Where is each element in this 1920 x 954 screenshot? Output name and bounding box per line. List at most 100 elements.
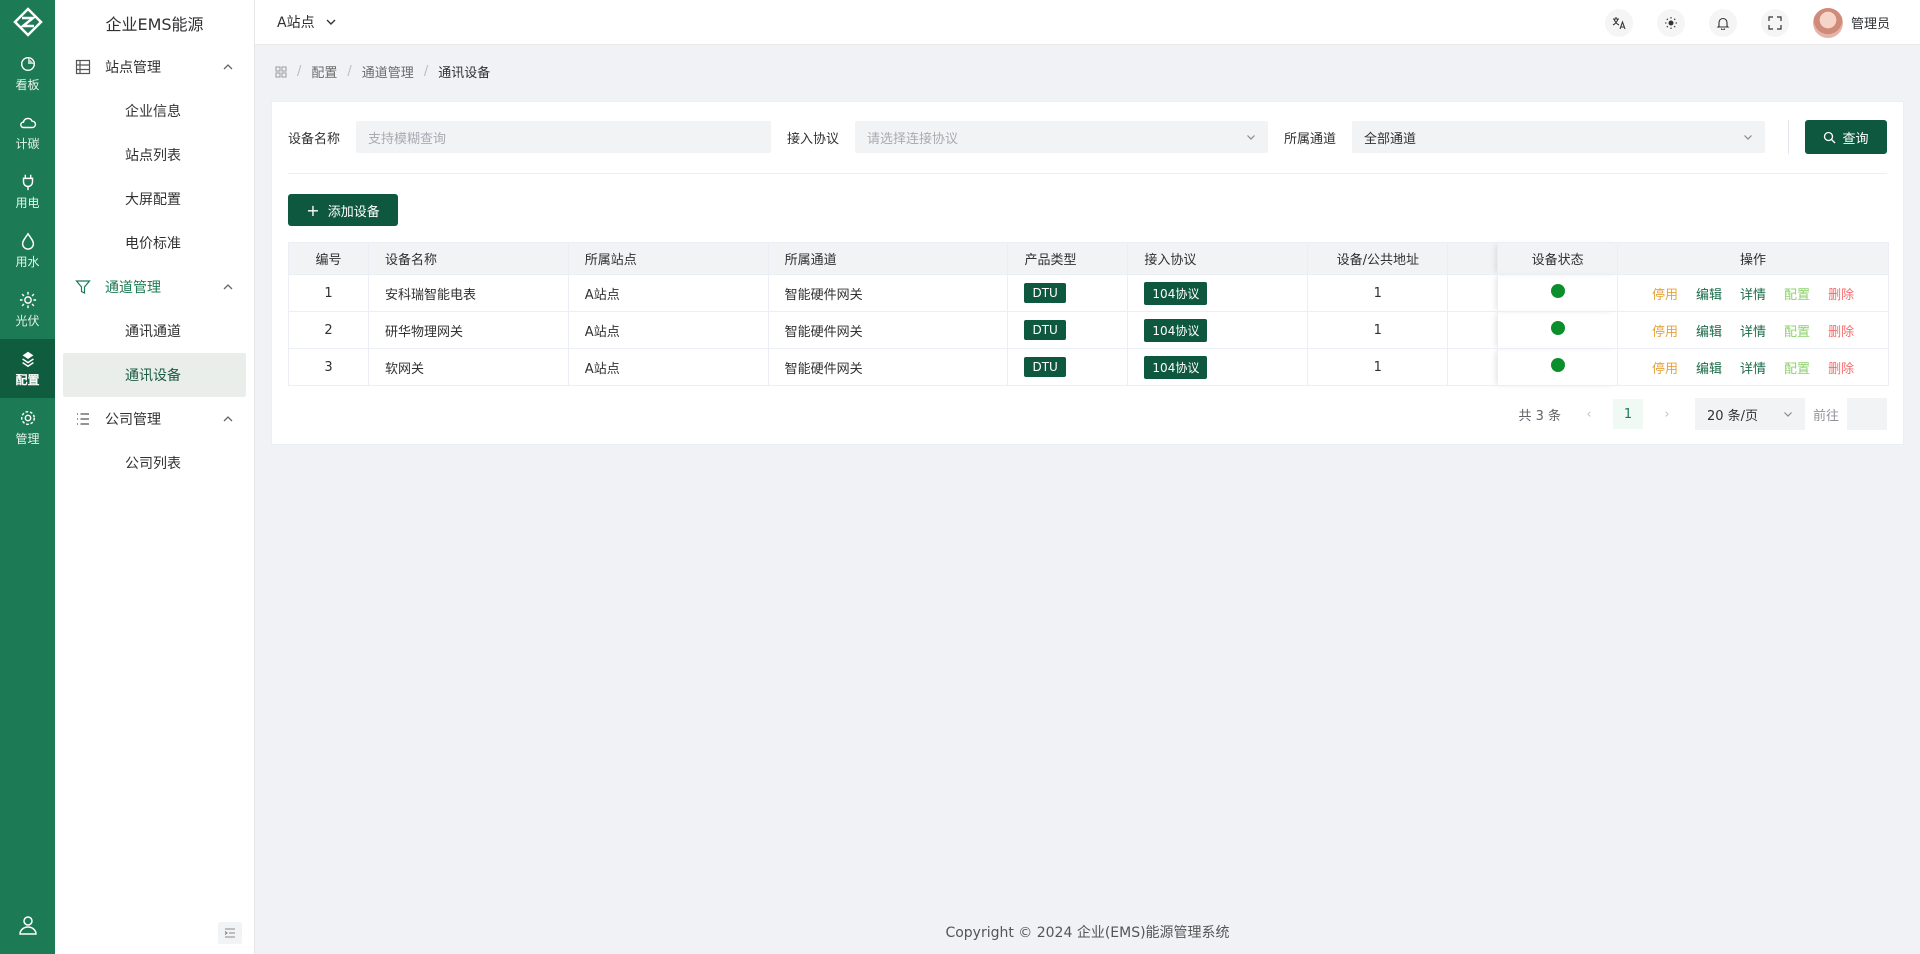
page-number-current[interactable]: 1 [1612, 399, 1643, 429]
breadcrumb: / 配置 / 通道管理 / 通讯设备 [275, 62, 490, 81]
delete-link[interactable]: 删除 [1828, 288, 1854, 303]
col-header: 编号 [288, 242, 369, 275]
rail-item-dashboard[interactable]: 看板 [0, 44, 55, 103]
rail-item-manage[interactable]: 管理 [0, 398, 55, 457]
menu-group-station[interactable]: 站点管理 [55, 45, 254, 89]
cell-station: A站点 [567, 311, 769, 349]
cell-status [1497, 348, 1619, 386]
plus-icon: + [306, 200, 320, 220]
cell-channel: 智能硬件网关 [767, 311, 1009, 349]
menu-group-company[interactable]: 公司管理 [55, 397, 254, 441]
rail-item-label: 管理 [15, 431, 40, 446]
search-button[interactable]: 查询 [1805, 120, 1887, 154]
list-icon [75, 59, 91, 75]
device-name-label: 设备名称 [288, 131, 341, 147]
cell-type: DTU [1007, 274, 1129, 312]
rail-item-solar[interactable]: 光伏 [0, 280, 55, 339]
collapse-sidebar-icon[interactable] [218, 922, 242, 944]
delete-link[interactable]: 删除 [1828, 325, 1854, 340]
device-name-input[interactable]: 支持模糊查询 [356, 121, 772, 153]
rail-item-label: 计碳 [15, 136, 40, 151]
chevron-up-icon [223, 64, 233, 70]
protocol-select[interactable]: 请选择连接协议 [855, 121, 1269, 153]
cell-status [1497, 311, 1619, 349]
sidebar-item-company-list[interactable]: 公司列表 [63, 441, 246, 485]
detail-link[interactable]: 详情 [1740, 288, 1766, 303]
sidebar-item-screen-config[interactable]: 大屏配置 [63, 177, 246, 221]
config-link[interactable]: 配置 [1784, 288, 1810, 303]
filter-bar: 设备名称 支持模糊查询 接入协议 请选择连接协议 所属通道 全部通道 查询 [288, 120, 1887, 154]
add-device-label: 添加设备 [327, 204, 380, 220]
header-actions: 管理员 [1581, 0, 1920, 45]
station-selector[interactable]: A站点 [255, 12, 337, 32]
gear-icon [20, 410, 35, 425]
protocol-tag: 104协议 [1144, 355, 1208, 379]
device-table: 编号 设备名称 所属站点 所属通道 产品类型 接入协议 设备/公共地址 设备状态… [288, 242, 1889, 386]
breadcrumb-item[interactable]: 通道管理 [362, 62, 414, 81]
device-panel: 设备名称 支持模糊查询 接入协议 请选择连接协议 所属通道 全部通道 查询 + … [271, 101, 1904, 445]
rail-item-label: 用水 [15, 254, 40, 269]
cell-channel: 智能硬件网关 [767, 348, 1009, 386]
config-icon [21, 351, 34, 367]
cell-name: 软网关 [367, 348, 569, 386]
col-header [1447, 242, 1499, 275]
sidebar-item-price-standard[interactable]: 电价标准 [63, 221, 246, 265]
rail-item-electricity[interactable]: 用电 [0, 162, 55, 221]
status-online-dot [1550, 284, 1565, 298]
next-page-icon[interactable]: › [1655, 407, 1679, 422]
breadcrumb-item[interactable]: 配置 [311, 62, 337, 81]
config-link[interactable]: 配置 [1784, 325, 1810, 340]
disable-link[interactable]: 停用 [1652, 362, 1678, 377]
avatar[interactable] [1812, 7, 1843, 38]
cell-id: 3 [288, 348, 369, 386]
rail-item-config[interactable]: 配置 [0, 339, 55, 398]
rail-item-water[interactable]: 用水 [0, 221, 55, 280]
user-icon[interactable] [0, 914, 55, 936]
config-link[interactable]: 配置 [1784, 362, 1810, 377]
grid-home-icon[interactable] [275, 66, 287, 78]
theme-sun-icon[interactable] [1656, 8, 1685, 37]
rail-item-label: 用电 [15, 195, 40, 210]
station-name: A站点 [277, 15, 315, 31]
edit-link[interactable]: 编辑 [1696, 362, 1722, 377]
status-online-dot [1550, 358, 1565, 372]
menu-group-channel[interactable]: 通道管理 [55, 265, 254, 309]
add-device-button[interactable]: + 添加设备 [288, 194, 398, 226]
disable-link[interactable]: 停用 [1652, 288, 1678, 303]
sidebar-item-station-list[interactable]: 站点列表 [63, 133, 246, 177]
rail-item-carbon[interactable]: 计碳 [0, 103, 55, 162]
cell-empty [1447, 274, 1499, 312]
page-size-select[interactable]: 20 条/页 [1694, 398, 1805, 430]
cell-name: 研华物理网关 [367, 311, 569, 349]
detail-link[interactable]: 详情 [1740, 362, 1766, 377]
goto-label: 前往 [1812, 408, 1839, 424]
disable-link[interactable]: 停用 [1652, 325, 1678, 340]
water-drop-icon [21, 232, 34, 250]
delete-link[interactable]: 删除 [1828, 362, 1854, 377]
sidebar-item-comm-device[interactable]: 通讯设备 [63, 353, 246, 397]
cell-actions: 停用 编辑 详情 配置 删除 [1617, 311, 1889, 349]
chevron-down-icon [1784, 412, 1792, 417]
bell-icon[interactable] [1708, 8, 1737, 37]
edit-link[interactable]: 编辑 [1696, 288, 1722, 303]
goto-page-input[interactable] [1847, 398, 1887, 430]
rail-item-label: 配置 [15, 372, 40, 387]
sidebar-item-company-info[interactable]: 企业信息 [63, 89, 246, 133]
edit-link[interactable]: 编辑 [1696, 325, 1722, 340]
bullet-list-icon [77, 413, 89, 425]
channel-select[interactable]: 全部通道 [1352, 121, 1766, 153]
plug-icon [22, 174, 33, 190]
cell-id: 2 [288, 311, 369, 349]
cell-type: DTU [1007, 311, 1129, 349]
table-row: 3 软网关 A站点 智能硬件网关 DTU 104协议 1 停用 编辑 详情 配置 删除 [288, 348, 1889, 386]
cell-id: 1 [288, 274, 369, 312]
fullscreen-icon[interactable] [1760, 8, 1789, 37]
user-name[interactable]: 管理员 [1851, 13, 1890, 32]
channel-value: 全部通道 [1364, 131, 1417, 147]
search-button-label: 查询 [1842, 131, 1869, 147]
chevron-up-icon [223, 284, 233, 290]
prev-page-icon[interactable]: ‹ [1577, 407, 1601, 422]
sidebar-item-comm-channel[interactable]: 通讯通道 [63, 309, 246, 353]
translate-icon[interactable] [1604, 8, 1633, 37]
detail-link[interactable]: 详情 [1740, 325, 1766, 340]
